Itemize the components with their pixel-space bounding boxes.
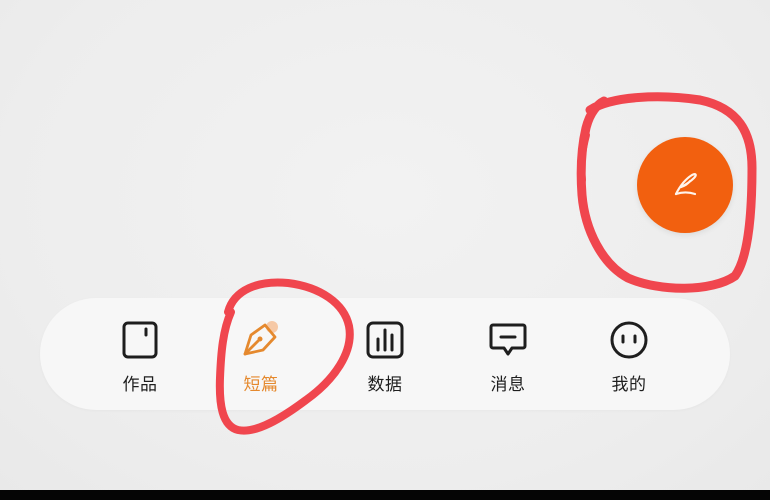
tab-messages[interactable]: 消息 (453, 298, 563, 410)
app-screen (0, 0, 770, 490)
tab-short[interactable]: 短篇 (206, 298, 316, 410)
smiley-face-icon (609, 320, 649, 360)
tab-data[interactable]: 数据 (330, 298, 440, 410)
bar-chart-icon (365, 320, 405, 360)
tab-messages-label: 消息 (490, 375, 526, 395)
pen-nib-icon (241, 320, 281, 360)
tab-short-label: 短篇 (243, 375, 279, 395)
compose-fab-button[interactable] (637, 137, 733, 233)
book-icon (120, 320, 160, 360)
tab-me-label: 我的 (611, 375, 647, 395)
tab-works[interactable]: 作品 (85, 298, 195, 410)
message-icon (488, 320, 528, 360)
bottom-tab-bar: 作品 短篇 数据 消息 我的 (40, 298, 730, 410)
tab-works-label: 作品 (122, 375, 158, 395)
tab-data-label: 数据 (367, 375, 403, 395)
bottom-edge-strip (0, 490, 770, 500)
feather-quill-icon (663, 163, 707, 207)
tab-me[interactable]: 我的 (574, 298, 684, 410)
